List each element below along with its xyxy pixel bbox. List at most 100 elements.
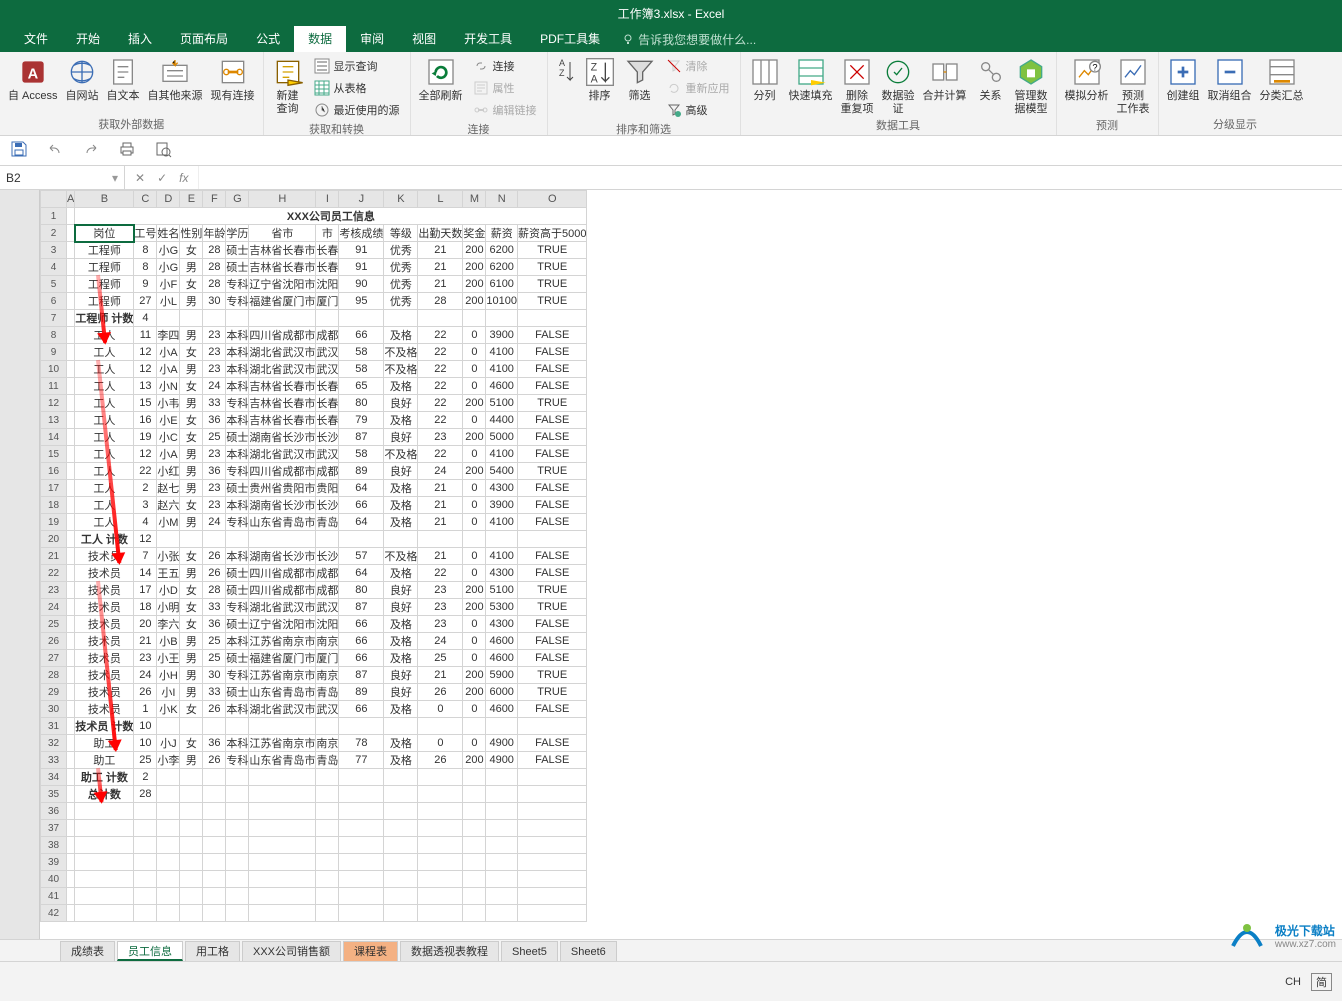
data-cell[interactable]: 22 — [134, 463, 157, 480]
data-cell[interactable]: 57 — [339, 548, 384, 565]
row-header[interactable]: 6 — [41, 293, 67, 310]
data-cell[interactable]: 女 — [180, 276, 203, 293]
data-cell[interactable]: 吉林省长春市 — [249, 242, 316, 259]
row-header[interactable]: 15 — [41, 446, 67, 463]
spreadsheet-area[interactable]: ABCDEFGHIJKLMNO1XXX公司员工信息2岗位工号姓名性别年龄学历省市… — [0, 190, 1342, 939]
data-cell[interactable]: 23 — [203, 480, 226, 497]
data-cell[interactable]: 武汉 — [316, 361, 339, 378]
empty-cell[interactable] — [180, 871, 203, 888]
empty-cell[interactable] — [463, 837, 486, 854]
sheet-tab-1[interactable]: 员工信息 — [117, 941, 183, 961]
menu-tab-4[interactable]: 公式 — [242, 26, 294, 52]
data-cell[interactable]: 21 — [418, 480, 463, 497]
data-cell[interactable]: 男 — [180, 395, 203, 412]
data-cell[interactable]: FALSE — [518, 344, 587, 361]
print-preview-button[interactable] — [154, 140, 172, 161]
data-cell[interactable]: 长春 — [316, 242, 339, 259]
data-cell[interactable]: 及格 — [384, 412, 418, 429]
properties-button[interactable]: 属性 — [471, 78, 539, 98]
empty-cell[interactable] — [157, 871, 180, 888]
menu-tab-9[interactable]: PDF工具集 — [526, 26, 614, 52]
data-cell[interactable]: 及格 — [384, 650, 418, 667]
data-cell[interactable]: 78 — [339, 735, 384, 752]
data-cell[interactable]: 专科 — [226, 752, 249, 769]
refresh-all-button[interactable]: 全部刷新 — [415, 54, 467, 105]
data-cell[interactable]: 长春 — [316, 378, 339, 395]
data-cell[interactable]: 湖南省长沙市 — [249, 548, 316, 565]
data-cell[interactable]: 22 — [418, 378, 463, 395]
data-cell[interactable]: 武汉 — [316, 701, 339, 718]
data-cell[interactable]: 福建省厦门市 — [249, 650, 316, 667]
empty-cell[interactable] — [226, 803, 249, 820]
data-cell[interactable]: 89 — [339, 463, 384, 480]
data-cell[interactable]: 男 — [180, 327, 203, 344]
data-cell[interactable]: FALSE — [518, 361, 587, 378]
empty-cell[interactable] — [384, 837, 418, 854]
empty-cell[interactable] — [486, 871, 518, 888]
data-cell[interactable]: 0 — [463, 327, 486, 344]
row-header[interactable]: 38 — [41, 837, 67, 854]
data-cell[interactable]: 工人 — [75, 480, 134, 497]
col-header[interactable]: G — [226, 191, 249, 208]
data-cell[interactable]: 湖南省长沙市 — [249, 429, 316, 446]
data-cell[interactable]: 贵阳 — [316, 480, 339, 497]
empty-cell[interactable] — [316, 888, 339, 905]
sort-az-button[interactable]: AZ — [552, 54, 580, 92]
data-cell[interactable]: FALSE — [518, 650, 587, 667]
data-cell[interactable]: 技术员 — [75, 565, 134, 582]
data-cell[interactable]: 200 — [463, 667, 486, 684]
data-cell[interactable]: 0 — [463, 344, 486, 361]
row-header[interactable]: 18 — [41, 497, 67, 514]
ext-btn-4[interactable]: 现有连接 — [207, 54, 259, 105]
data-cell[interactable]: TRUE — [518, 276, 587, 293]
data-cell[interactable]: 95 — [339, 293, 384, 310]
sheet-tab-3[interactable]: XXX公司销售额 — [242, 941, 341, 961]
data-cell[interactable]: 山东省青岛市 — [249, 514, 316, 531]
data-cell[interactable]: 25 — [134, 752, 157, 769]
empty-cell[interactable] — [157, 837, 180, 854]
data-cell[interactable]: 200 — [463, 242, 486, 259]
data-cell[interactable]: 0 — [418, 735, 463, 752]
data-cell[interactable]: 0 — [463, 565, 486, 582]
data-cell[interactable]: 21 — [418, 548, 463, 565]
data-cell[interactable]: 青岛 — [316, 514, 339, 531]
sheet-tab-6[interactable]: Sheet5 — [501, 941, 558, 961]
data-cell[interactable]: 小L — [157, 293, 180, 310]
data-cell[interactable]: 91 — [339, 259, 384, 276]
data-cell[interactable]: 优秀 — [384, 293, 418, 310]
data-cell[interactable]: 成都 — [316, 582, 339, 599]
data-cell[interactable]: 27 — [134, 293, 157, 310]
data-cell[interactable]: 23 — [418, 599, 463, 616]
empty-cell[interactable] — [339, 888, 384, 905]
data-cell[interactable]: 辽宁省沈阳市 — [249, 276, 316, 293]
data-cell[interactable]: 男 — [180, 293, 203, 310]
empty-cell[interactable] — [203, 871, 226, 888]
column-header-cell[interactable]: 岗位 — [75, 225, 134, 242]
empty-cell[interactable] — [339, 854, 384, 871]
data-cell[interactable]: 0 — [463, 514, 486, 531]
empty-cell[interactable] — [226, 888, 249, 905]
data-cell[interactable]: 小C — [157, 429, 180, 446]
empty-cell[interactable] — [384, 820, 418, 837]
data-cell[interactable]: 4600 — [486, 378, 518, 395]
ext-btn-2[interactable]: 自文本 — [103, 54, 144, 105]
data-cell[interactable]: 技术员 — [75, 701, 134, 718]
col-header[interactable]: J — [339, 191, 384, 208]
data-cell[interactable]: 湖北省武汉市 — [249, 446, 316, 463]
data-cell[interactable]: 小王 — [157, 650, 180, 667]
data-cell[interactable]: 4100 — [486, 548, 518, 565]
data-cell[interactable]: 64 — [339, 514, 384, 531]
data-cell[interactable]: 0 — [463, 497, 486, 514]
data-cell[interactable]: 小E — [157, 412, 180, 429]
data-cell[interactable]: 16 — [134, 412, 157, 429]
empty-cell[interactable] — [463, 905, 486, 922]
data-cell[interactable]: 小I — [157, 684, 180, 701]
data-cell[interactable]: 200 — [463, 582, 486, 599]
data-cell[interactable]: TRUE — [518, 242, 587, 259]
data-cell[interactable]: 21 — [418, 514, 463, 531]
data-cell[interactable]: 江苏省南京市 — [249, 667, 316, 684]
data-cell[interactable]: 辽宁省沈阳市 — [249, 616, 316, 633]
empty-cell[interactable] — [226, 820, 249, 837]
column-header-cell[interactable]: 等级 — [384, 225, 418, 242]
data-cell[interactable]: 0 — [463, 446, 486, 463]
